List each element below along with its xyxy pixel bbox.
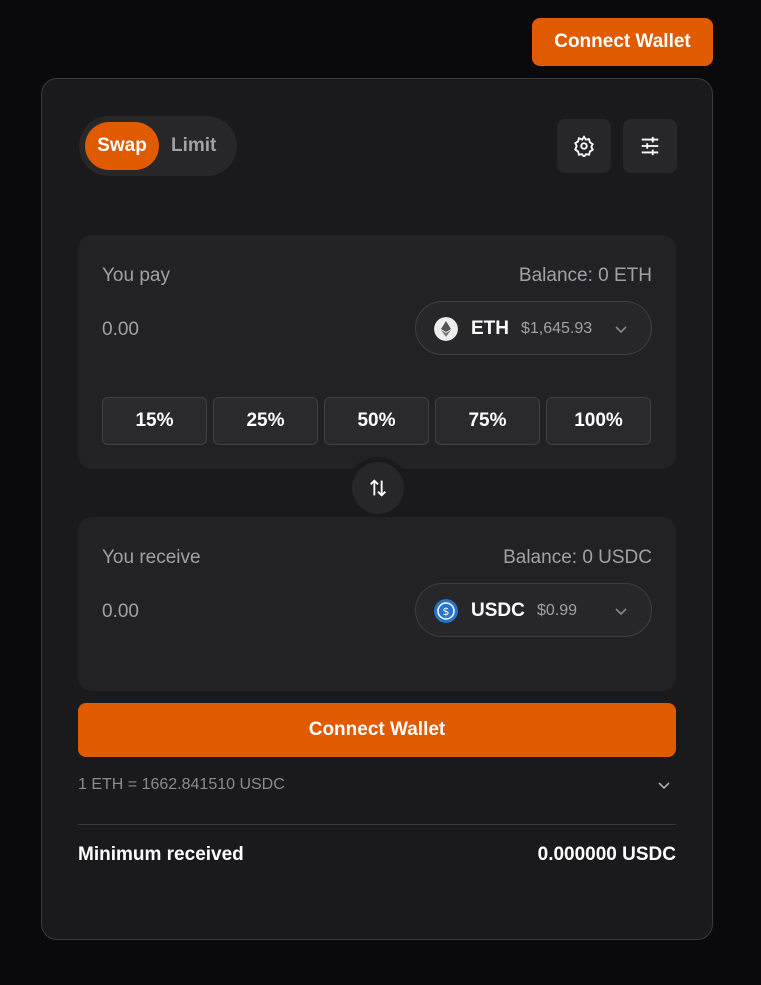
svg-text:$: $ [443,605,450,618]
settings-button[interactable] [557,119,611,173]
chevron-down-icon [615,608,627,616]
pay-amount-input[interactable]: 0.00 [102,319,139,341]
header-connect-wallet-button[interactable]: Connect Wallet [532,18,713,66]
exchange-rate: 1 ETH = 1662.841510 USDC [78,776,285,793]
flip-tokens-button[interactable] [347,457,409,519]
mode-toggle: Swap Limit [79,116,237,176]
gear-icon [574,135,594,157]
percent-75-button[interactable]: 75% [435,397,540,445]
percent-15-button[interactable]: 15% [102,397,207,445]
receive-label: You receive [102,547,201,568]
swap-card: Swap Limit You pay Balance: 0 ETH 0.00 E… [41,78,713,940]
percent-buttons: 15% 25% 50% 75% 100% [102,397,651,445]
pay-label: You pay [102,265,170,286]
ethereum-icon [434,317,458,341]
percent-25-button[interactable]: 25% [213,397,318,445]
chevron-down-icon [615,326,627,334]
tab-swap[interactable]: Swap [85,122,159,170]
percent-50-button[interactable]: 50% [324,397,429,445]
tab-limit[interactable]: Limit [171,116,216,176]
pay-balance: Balance: 0 ETH [518,265,652,286]
receive-token-symbol: USDC [471,600,525,621]
receive-panel: You receive Balance: 0 USDC 0.00 $ USDC … [78,517,676,691]
minimum-received-label: Minimum received [78,844,244,865]
receive-balance: Balance: 0 USDC [503,547,652,568]
receive-amount-input[interactable]: 0.00 [102,601,139,623]
percent-100-button[interactable]: 100% [546,397,651,445]
filters-button[interactable] [623,119,677,173]
divider [78,824,676,825]
connect-wallet-button[interactable]: Connect Wallet [78,703,676,757]
chevron-down-icon[interactable] [656,777,672,793]
pay-panel: You pay Balance: 0 ETH 0.00 ETH $1,645.9… [78,235,676,469]
sliders-icon [641,136,659,156]
swap-vertical-icon [370,479,386,497]
usdc-icon: $ [434,599,458,623]
pay-token-price: $1,645.93 [521,320,593,337]
receive-token-price: $0.99 [537,602,578,619]
minimum-received-value: 0.000000 USDC [537,844,676,865]
receive-token-selector[interactable]: $ USDC $0.99 [415,583,652,637]
pay-token-selector[interactable]: ETH $1,645.93 [415,301,652,355]
pay-token-symbol: ETH [471,318,509,339]
